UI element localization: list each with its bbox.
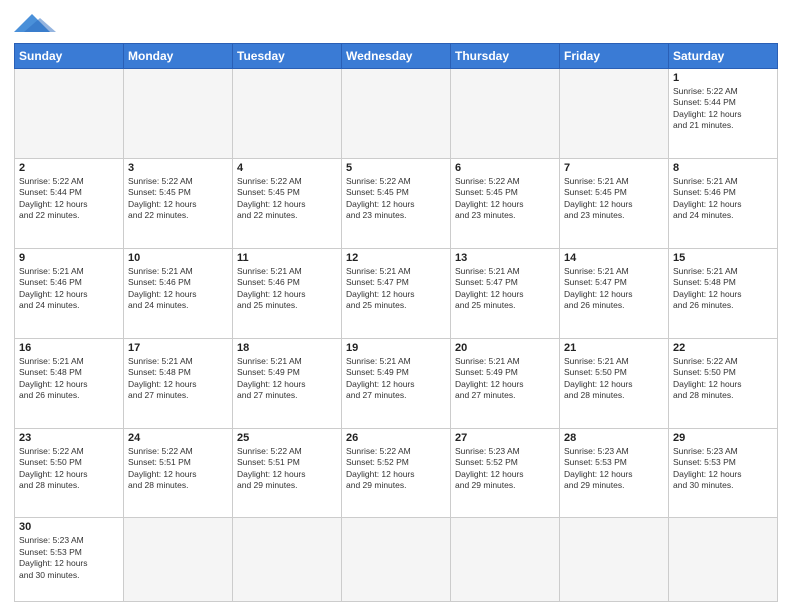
- day-2: 2Sunrise: 5:22 AMSunset: 5:44 PMDaylight…: [15, 158, 124, 248]
- day-17: 17Sunrise: 5:21 AMSunset: 5:48 PMDayligh…: [124, 338, 233, 428]
- header-tuesday: Tuesday: [233, 44, 342, 69]
- day-28: 28Sunrise: 5:23 AMSunset: 5:53 PMDayligh…: [560, 428, 669, 518]
- empty-cell: [124, 518, 233, 602]
- day-3: 3Sunrise: 5:22 AMSunset: 5:45 PMDaylight…: [124, 158, 233, 248]
- day-23: 23Sunrise: 5:22 AMSunset: 5:50 PMDayligh…: [15, 428, 124, 518]
- calendar-row: 2Sunrise: 5:22 AMSunset: 5:44 PMDaylight…: [15, 158, 778, 248]
- day-21: 21Sunrise: 5:21 AMSunset: 5:50 PMDayligh…: [560, 338, 669, 428]
- day-4: 4Sunrise: 5:22 AMSunset: 5:45 PMDaylight…: [233, 158, 342, 248]
- empty-cell: [560, 69, 669, 159]
- day-15: 15Sunrise: 5:21 AMSunset: 5:48 PMDayligh…: [669, 248, 778, 338]
- page: Sunday Monday Tuesday Wednesday Thursday…: [0, 0, 792, 612]
- empty-cell: [342, 518, 451, 602]
- empty-cell: [669, 518, 778, 602]
- empty-cell: [451, 69, 560, 159]
- day-25: 25Sunrise: 5:22 AMSunset: 5:51 PMDayligh…: [233, 428, 342, 518]
- calendar-table: Sunday Monday Tuesday Wednesday Thursday…: [14, 43, 778, 602]
- day-18: 18Sunrise: 5:21 AMSunset: 5:49 PMDayligh…: [233, 338, 342, 428]
- weekday-header-row: Sunday Monday Tuesday Wednesday Thursday…: [15, 44, 778, 69]
- day-10: 10Sunrise: 5:21 AMSunset: 5:46 PMDayligh…: [124, 248, 233, 338]
- empty-cell: [451, 518, 560, 602]
- day-6: 6Sunrise: 5:22 AMSunset: 5:45 PMDaylight…: [451, 158, 560, 248]
- header-wednesday: Wednesday: [342, 44, 451, 69]
- day-20: 20Sunrise: 5:21 AMSunset: 5:49 PMDayligh…: [451, 338, 560, 428]
- day-13: 13Sunrise: 5:21 AMSunset: 5:47 PMDayligh…: [451, 248, 560, 338]
- empty-cell: [15, 69, 124, 159]
- day-11: 11Sunrise: 5:21 AMSunset: 5:46 PMDayligh…: [233, 248, 342, 338]
- header-monday: Monday: [124, 44, 233, 69]
- calendar-row: 16Sunrise: 5:21 AMSunset: 5:48 PMDayligh…: [15, 338, 778, 428]
- empty-cell: [342, 69, 451, 159]
- calendar-row: 1Sunrise: 5:22 AMSunset: 5:44 PMDaylight…: [15, 69, 778, 159]
- logo-icon: [14, 14, 64, 32]
- day-22: 22Sunrise: 5:22 AMSunset: 5:50 PMDayligh…: [669, 338, 778, 428]
- day-7: 7Sunrise: 5:21 AMSunset: 5:45 PMDaylight…: [560, 158, 669, 248]
- day-12: 12Sunrise: 5:21 AMSunset: 5:47 PMDayligh…: [342, 248, 451, 338]
- header-friday: Friday: [560, 44, 669, 69]
- header: [14, 10, 778, 37]
- empty-cell: [124, 69, 233, 159]
- day-19: 19Sunrise: 5:21 AMSunset: 5:49 PMDayligh…: [342, 338, 451, 428]
- header-sunday: Sunday: [15, 44, 124, 69]
- empty-cell: [233, 518, 342, 602]
- day-26: 26Sunrise: 5:22 AMSunset: 5:52 PMDayligh…: [342, 428, 451, 518]
- header-saturday: Saturday: [669, 44, 778, 69]
- header-thursday: Thursday: [451, 44, 560, 69]
- day-5: 5Sunrise: 5:22 AMSunset: 5:45 PMDaylight…: [342, 158, 451, 248]
- day-8: 8Sunrise: 5:21 AMSunset: 5:46 PMDaylight…: [669, 158, 778, 248]
- empty-cell: [233, 69, 342, 159]
- calendar-row: 23Sunrise: 5:22 AMSunset: 5:50 PMDayligh…: [15, 428, 778, 518]
- calendar-row: 30Sunrise: 5:23 AMSunset: 5:53 PMDayligh…: [15, 518, 778, 602]
- day-24: 24Sunrise: 5:22 AMSunset: 5:51 PMDayligh…: [124, 428, 233, 518]
- day-1: 1Sunrise: 5:22 AMSunset: 5:44 PMDaylight…: [669, 69, 778, 159]
- logo: [14, 14, 64, 37]
- day-27: 27Sunrise: 5:23 AMSunset: 5:52 PMDayligh…: [451, 428, 560, 518]
- calendar-row: 9Sunrise: 5:21 AMSunset: 5:46 PMDaylight…: [15, 248, 778, 338]
- day-29: 29Sunrise: 5:23 AMSunset: 5:53 PMDayligh…: [669, 428, 778, 518]
- empty-cell: [560, 518, 669, 602]
- day-16: 16Sunrise: 5:21 AMSunset: 5:48 PMDayligh…: [15, 338, 124, 428]
- day-14: 14Sunrise: 5:21 AMSunset: 5:47 PMDayligh…: [560, 248, 669, 338]
- day-30: 30Sunrise: 5:23 AMSunset: 5:53 PMDayligh…: [15, 518, 124, 602]
- day-9: 9Sunrise: 5:21 AMSunset: 5:46 PMDaylight…: [15, 248, 124, 338]
